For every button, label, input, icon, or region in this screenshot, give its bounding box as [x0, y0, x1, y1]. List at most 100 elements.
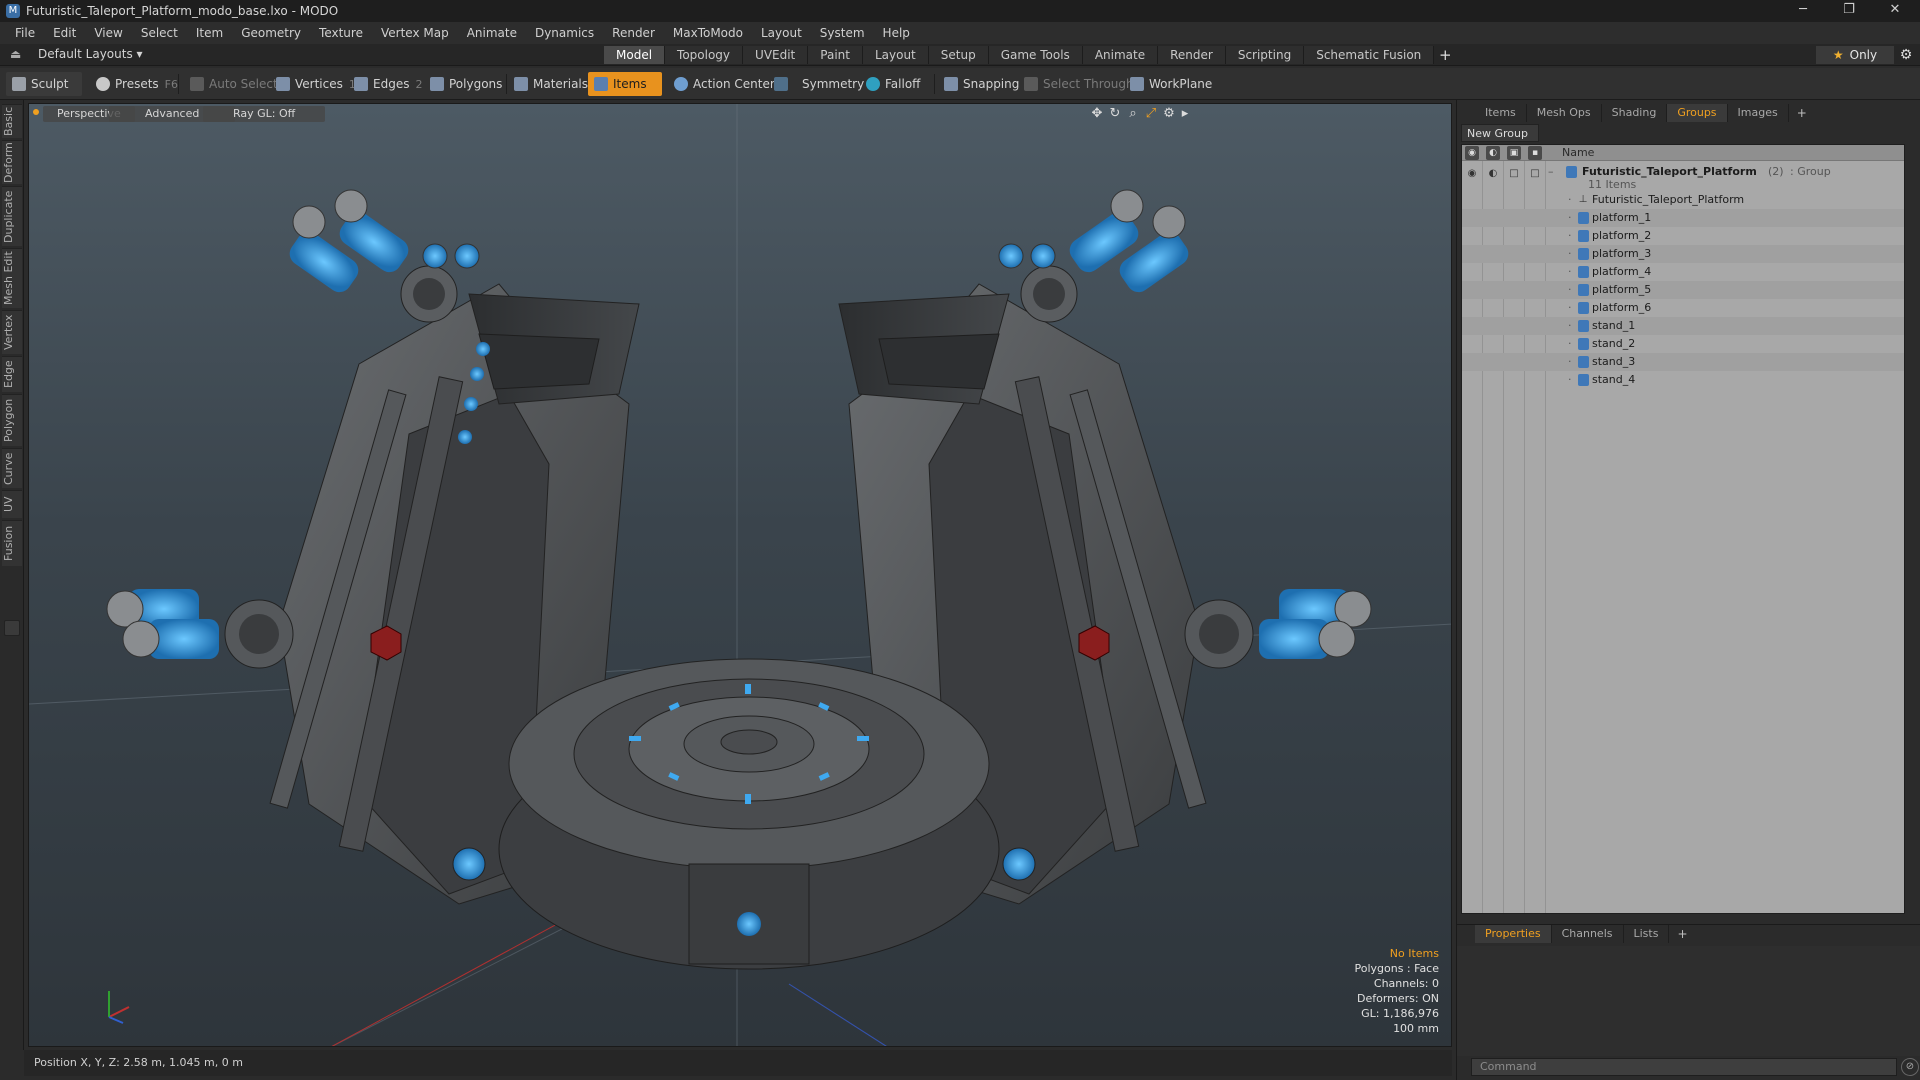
vtab-uv[interactable]: UV — [2, 490, 22, 518]
command-history-button[interactable]: ⊘ — [1901, 1058, 1919, 1076]
collapse-arrow-icon[interactable]: – — [1548, 165, 1554, 178]
vtab-curve[interactable]: Curve — [2, 448, 22, 488]
eye-icon[interactable]: ◉ — [1465, 167, 1479, 181]
tab-mesh-ops[interactable]: Mesh Ops — [1527, 104, 1602, 122]
add-layout-tab-button[interactable]: + — [1434, 46, 1456, 64]
layout-collapse-icon[interactable]: ⏏ — [10, 47, 24, 61]
viewport-menu-arrow-icon[interactable]: ▸ — [1177, 106, 1193, 122]
items-button[interactable]: Items — [588, 72, 662, 96]
presets-button[interactable]: Presets F6 — [90, 72, 184, 96]
snapping-button[interactable]: Snapping — [938, 72, 1025, 96]
polygons-button[interactable]: Polygons — [424, 72, 508, 96]
render-toggle-icon[interactable]: ◐ — [1486, 167, 1500, 181]
list-item[interactable]: · stand_4 — [1462, 371, 1904, 389]
command-input[interactable]: Command — [1471, 1058, 1897, 1076]
vtab-polygon[interactable]: Polygon — [2, 394, 22, 446]
lock-column-icon[interactable]: ▣ — [1507, 146, 1521, 160]
vtab-vertex[interactable]: Vertex — [2, 310, 22, 354]
gear-icon[interactable]: ⚙ — [1896, 46, 1916, 64]
tab-game-tools[interactable]: Game Tools — [988, 46, 1083, 64]
auto-select-button[interactable]: Auto Select — [184, 72, 284, 96]
list-item[interactable]: · platform_2 — [1462, 227, 1904, 245]
name-column-header[interactable]: Name — [1562, 146, 1594, 159]
list-item[interactable]: · platform_5 — [1462, 281, 1904, 299]
tab-groups[interactable]: Groups — [1667, 104, 1728, 122]
menu-item[interactable]: Item — [187, 26, 232, 40]
tab-setup[interactable]: Setup — [928, 46, 989, 64]
tab-layout[interactable]: Layout — [862, 46, 929, 64]
list-item[interactable]: · platform_3 — [1462, 245, 1904, 263]
tab-uvedit[interactable]: UVEdit — [743, 46, 809, 64]
list-item[interactable]: · stand_2 — [1462, 335, 1904, 353]
layout-selector[interactable]: ⏏ Default Layouts ▾ — [10, 47, 143, 61]
raygl-button[interactable]: Ray GL: Off — [203, 106, 326, 122]
menu-maxtomodo[interactable]: MaxToModo — [664, 26, 752, 40]
panel-toggle-button[interactable] — [4, 620, 20, 636]
menu-file[interactable]: File — [6, 26, 44, 40]
menu-animate[interactable]: Animate — [458, 26, 526, 40]
vtab-basic[interactable]: Basic — [2, 104, 22, 138]
only-button[interactable]: ★ Only — [1816, 46, 1894, 64]
menu-view[interactable]: View — [85, 26, 131, 40]
menu-render[interactable]: Render — [603, 26, 664, 40]
action-center-button[interactable]: Action Center — [668, 72, 781, 96]
new-group-button[interactable]: New Group — [1461, 124, 1539, 142]
tab-paint[interactable]: Paint — [808, 46, 863, 64]
tab-topology[interactable]: Topology — [665, 46, 744, 64]
list-item[interactable]: · ⊥ Futuristic_Taleport_Platform — [1462, 191, 1904, 209]
menu-geometry[interactable]: Geometry — [232, 26, 310, 40]
tab-scripting[interactable]: Scripting — [1225, 46, 1305, 64]
menu-help[interactable]: Help — [874, 26, 919, 40]
add-properties-tab-button[interactable]: + — [1669, 925, 1695, 944]
3d-viewport[interactable]: Perspective Advanced Ray GL: Off ✥ ↻ ⌕ ⤢… — [28, 103, 1452, 1047]
vtab-duplicate[interactable]: Duplicate — [2, 186, 22, 246]
sculpt-button[interactable]: Sculpt — [6, 72, 82, 96]
list-item[interactable]: · stand_3 — [1462, 353, 1904, 371]
menu-texture[interactable]: Texture — [310, 26, 372, 40]
tab-images[interactable]: Images — [1728, 104, 1789, 122]
tab-properties[interactable]: Properties — [1475, 925, 1552, 943]
close-button[interactable]: ✕ — [1872, 0, 1918, 22]
tab-schematic-fusion[interactable]: Schematic Fusion — [1304, 46, 1435, 64]
pan-icon[interactable]: ✥ — [1089, 106, 1105, 122]
fit-icon[interactable]: ⤢ — [1143, 106, 1159, 122]
tab-animate[interactable]: Animate — [1082, 46, 1159, 64]
workplane-button[interactable]: WorkPlane — [1124, 72, 1218, 96]
visibility-column-icon[interactable]: ◉ — [1465, 146, 1479, 160]
menu-select[interactable]: Select — [132, 26, 187, 40]
list-item[interactable]: · platform_1 — [1462, 209, 1904, 227]
list-item[interactable]: · platform_6 — [1462, 299, 1904, 317]
menu-system[interactable]: System — [811, 26, 874, 40]
rotate-icon[interactable]: ↻ — [1107, 106, 1123, 122]
render-column-icon[interactable]: ◐ — [1486, 146, 1500, 160]
group-row[interactable]: ◉ ◐ □ □ – Futuristic_Taleport_Platform (… — [1462, 163, 1904, 191]
add-panel-tab-button[interactable]: + — [1789, 104, 1815, 124]
materials-button[interactable]: Materials — [508, 72, 594, 96]
tab-lists[interactable]: Lists — [1624, 925, 1670, 943]
list-item[interactable]: · stand_1 — [1462, 317, 1904, 335]
vtab-fusion[interactable]: Fusion — [2, 520, 22, 566]
edges-button[interactable]: Edges 2 — [348, 72, 428, 96]
vtab-mesh-edit[interactable]: Mesh Edit — [2, 248, 22, 308]
falloff-button[interactable]: Falloff — [860, 72, 926, 96]
list-item[interactable]: · platform_4 — [1462, 263, 1904, 281]
vtab-deform[interactable]: Deform — [2, 140, 22, 184]
lock-toggle-icon[interactable]: □ — [1507, 167, 1521, 181]
select-column-icon[interactable]: ▪ — [1528, 146, 1542, 160]
tab-shading[interactable]: Shading — [1602, 104, 1668, 122]
tab-model[interactable]: Model — [604, 46, 666, 64]
maximize-button[interactable]: ❐ — [1826, 0, 1872, 22]
tab-render[interactable]: Render — [1158, 46, 1226, 64]
tab-items[interactable]: Items — [1475, 104, 1527, 122]
select-toggle-icon[interactable]: □ — [1528, 167, 1542, 181]
menu-vertex-map[interactable]: Vertex Map — [372, 26, 458, 40]
symmetry-button[interactable]: Symmetry — [768, 72, 870, 96]
viewport-settings-icon[interactable]: ⚙ — [1161, 106, 1177, 122]
menu-edit[interactable]: Edit — [44, 26, 85, 40]
vtab-edge[interactable]: Edge — [2, 356, 22, 392]
menu-dynamics[interactable]: Dynamics — [526, 26, 603, 40]
tab-channels[interactable]: Channels — [1552, 925, 1624, 943]
zoom-icon[interactable]: ⌕ — [1125, 106, 1141, 122]
select-through-button[interactable]: Select Through — [1018, 72, 1140, 96]
minimize-button[interactable]: ─ — [1780, 0, 1826, 22]
